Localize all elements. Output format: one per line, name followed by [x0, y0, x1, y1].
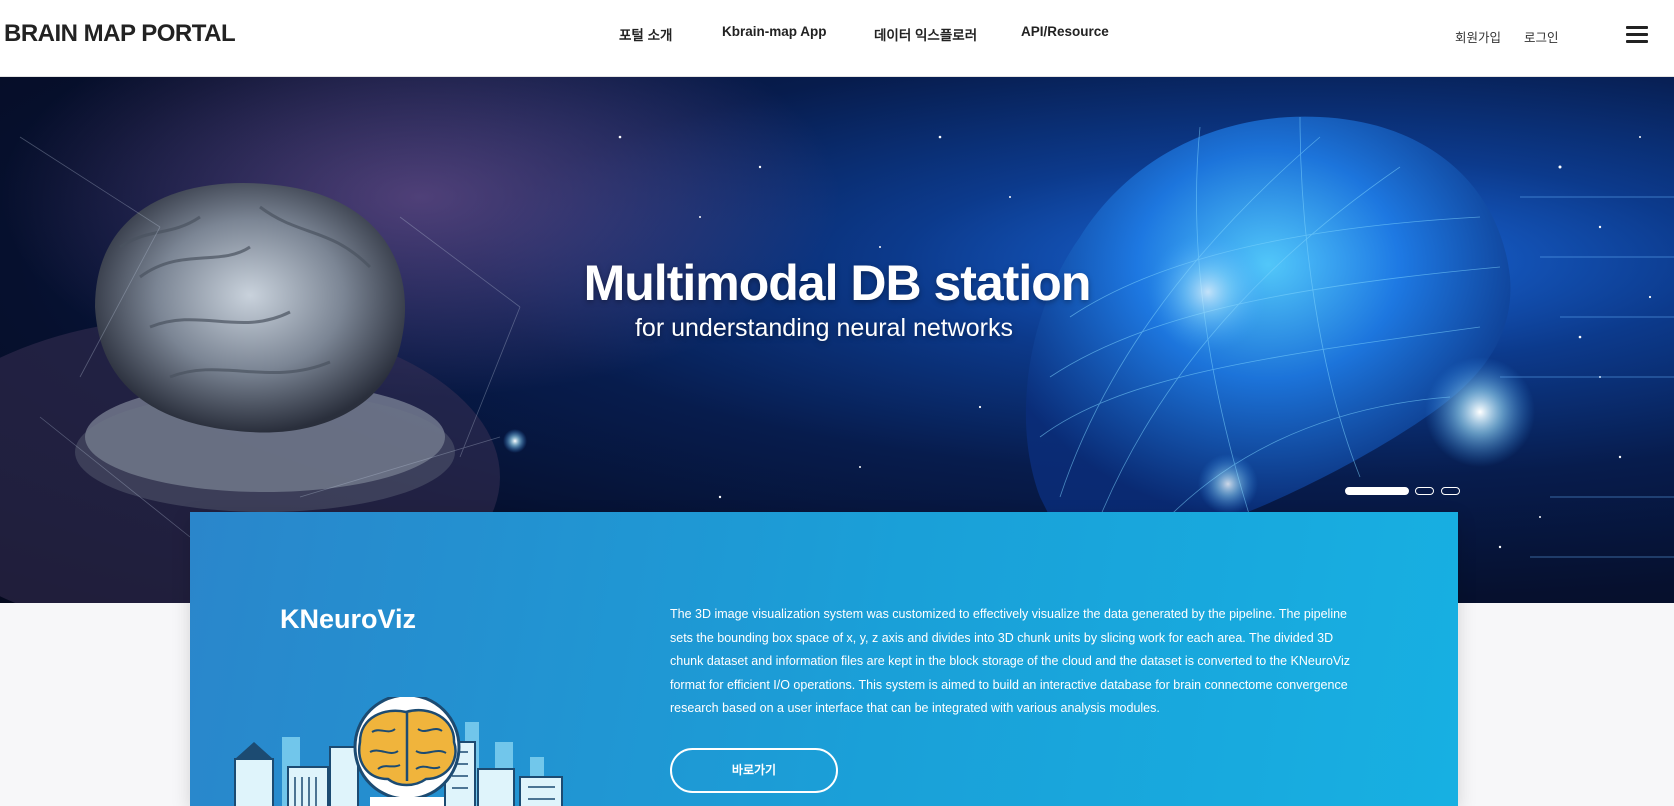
nav-kbrain-map-app[interactable]: Kbrain-map App — [722, 24, 827, 39]
hero-title: Multimodal DB station — [583, 255, 1092, 311]
nav-portal-intro[interactable]: 포털 소개 — [619, 24, 672, 44]
site-header: BRAIN MAP PORTAL 포털 소개 Kbrain-map App 데이… — [0, 0, 1674, 77]
site-logo[interactable]: BRAIN MAP PORTAL — [4, 20, 236, 48]
feature-card-kneuroviz: KNeuroViz The 3D image visualization sys… — [190, 512, 1458, 806]
slider-dot-1[interactable] — [1345, 487, 1409, 495]
login-link[interactable]: 로그인 — [1524, 27, 1559, 46]
brain-city-icon — [234, 697, 563, 806]
card-description: The 3D image visualization system was cu… — [670, 607, 1351, 715]
hamburger-menu-icon[interactable] — [1626, 24, 1648, 44]
go-button[interactable]: 바로가기 — [670, 748, 838, 793]
slider-dot-3[interactable] — [1441, 487, 1460, 495]
card-title: KNeuroViz — [280, 604, 417, 634]
hero-subtitle: for understanding neural networks — [634, 314, 1013, 342]
slider-dot-2[interactable] — [1415, 487, 1434, 495]
nav-api-resource[interactable]: API/Resource — [1021, 24, 1109, 39]
nav-data-explorer[interactable]: 데이터 익스플로러 — [874, 24, 977, 44]
signup-link[interactable]: 회원가입 — [1455, 27, 1501, 46]
